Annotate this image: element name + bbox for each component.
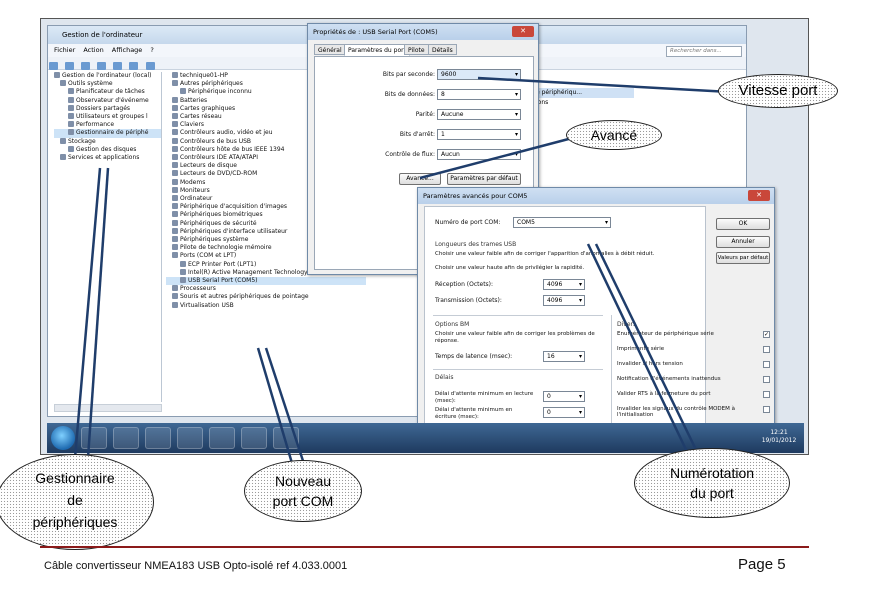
callout-line: Nouveau	[274, 473, 332, 489]
callout-port-numbering: Numérotation du port	[634, 448, 790, 518]
callout-line: Gestionnaire	[35, 470, 115, 486]
arrow-device-manager-a	[73, 167, 102, 459]
callout-new-com-port: Nouveau port COM	[244, 460, 362, 522]
callout-line: de	[67, 492, 83, 508]
footer-text: Câble convertisseur NMEA183 USB Opto-iso…	[44, 560, 348, 572]
callout-device-manager: Gestionnaire de périphériques	[0, 454, 154, 550]
callout-line: du port	[690, 485, 734, 501]
arrow-new-port-b	[264, 347, 308, 471]
arrow-new-port-a	[256, 347, 296, 471]
callout-line: port COM	[272, 493, 334, 509]
callout-line: périphériques	[32, 514, 118, 530]
page-number: Page 5	[738, 556, 786, 573]
arrow-speed	[477, 76, 731, 94]
arrow-advanced	[419, 134, 581, 180]
callout-line: Numérotation	[669, 465, 755, 481]
footer-rule	[40, 546, 809, 548]
arrow-device-manager-b	[86, 167, 110, 459]
arrow-numbering-b	[594, 243, 702, 459]
arrow-numbering-a	[586, 243, 692, 459]
callout-advanced: Avancé	[566, 120, 662, 150]
callout-port-speed: Vitesse port	[718, 74, 838, 108]
